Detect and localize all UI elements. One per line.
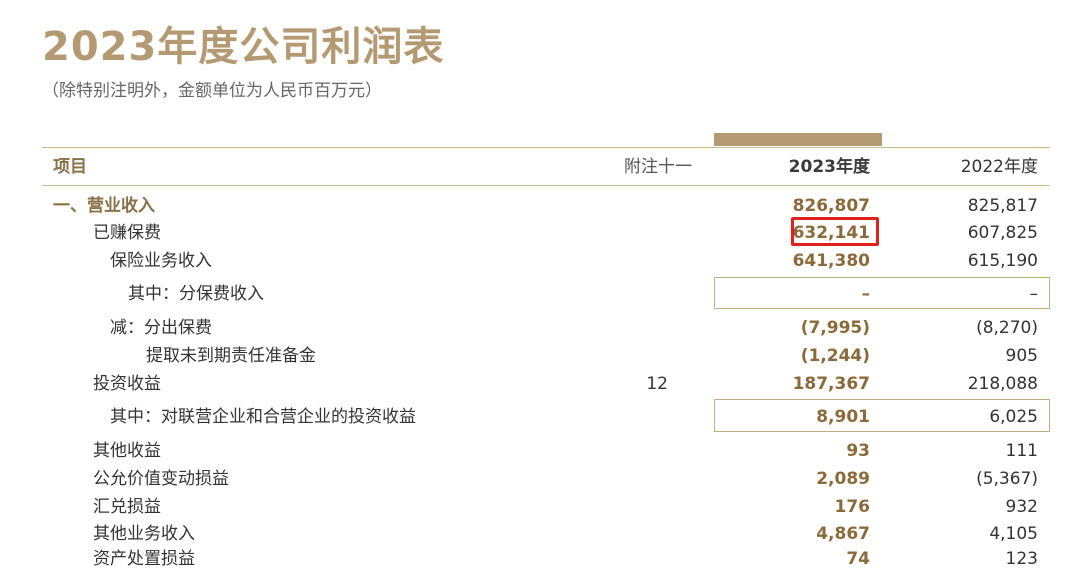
row-current-value: 826,807	[792, 196, 870, 216]
table-row: 减：分出保费 (7,995) (8,270)	[0, 316, 1080, 340]
row-label: 保险业务收入	[110, 251, 212, 271]
row-previous-value: 218,088	[967, 374, 1038, 394]
table-row: 公允价值变动损益 2,089 (5,367)	[0, 467, 1080, 491]
row-label: 汇兑损益	[93, 497, 161, 517]
header-note: 附注十一	[624, 157, 692, 177]
table-row: 其他业务收入 4,867 4,105	[0, 522, 1080, 546]
table-row: 资产处置损益 74 123	[0, 547, 1080, 571]
row-previous-value: 905	[1005, 346, 1038, 366]
row-previous-value: 4,105	[989, 524, 1038, 544]
table-row: 投资收益 12 187,367 218,088	[0, 372, 1080, 396]
row-current-value: 2,089	[816, 469, 870, 489]
table-row: 汇兑损益 176 932	[0, 495, 1080, 519]
row-previous-value: 932	[1005, 497, 1038, 517]
header-item: 项目	[53, 157, 87, 177]
row-previous-value: 825,817	[967, 196, 1038, 216]
row-current-value: 8,901	[816, 407, 870, 427]
row-current-value: 641,380	[792, 251, 870, 271]
table-row: 提取未到期责任准备金 (1,244) 905	[0, 344, 1080, 368]
header-previous-year: 2022年度	[960, 157, 1038, 177]
row-previous-value: 111	[1005, 441, 1038, 461]
row-current-value: 4,867	[816, 524, 870, 544]
document-title: 2023年度公司利润表	[42, 24, 445, 70]
row-current-value: 93	[846, 441, 870, 461]
document-subtitle: （除特别注明外，金额单位为人民币百万元）	[42, 81, 382, 101]
row-current-value: 187,367	[792, 374, 870, 394]
row-current-value: (7,995)	[800, 318, 870, 338]
header-current-year: 2023年度	[788, 157, 870, 177]
row-previous-value: 123	[1005, 549, 1038, 569]
row-previous-value: –	[1029, 284, 1039, 304]
row-label: 其中：对联营企业和合营企业的投资收益	[110, 407, 416, 427]
table-row: 保险业务收入 641,380 615,190	[0, 249, 1080, 273]
row-label: 投资收益	[93, 374, 161, 394]
header-bottom-rule	[42, 185, 1050, 186]
table-row: 一、营业收入 826,807 825,817	[0, 194, 1080, 218]
row-label: 其他收益	[93, 441, 161, 461]
current-year-column-accent	[714, 133, 882, 146]
row-current-value: 74	[846, 549, 870, 569]
row-label: 其中：分保费收入	[128, 284, 264, 304]
table-row: 其他收益 93 111	[0, 439, 1080, 463]
row-label: 资产处置损益	[93, 549, 195, 569]
row-previous-value: (5,367)	[976, 469, 1038, 489]
row-current-value: –	[861, 284, 871, 304]
row-label: 其他业务收入	[93, 524, 195, 544]
row-current-value: (1,244)	[800, 346, 870, 366]
row-label: 提取未到期责任准备金	[146, 346, 316, 366]
table-row: 其中：分保费收入 – –	[0, 282, 1080, 306]
row-current-value: 176	[834, 497, 871, 517]
highlight-box	[791, 217, 879, 246]
row-previous-value: (8,270)	[976, 318, 1038, 338]
row-label: 已赚保费	[93, 223, 161, 243]
row-label: 公允价值变动损益	[93, 469, 229, 489]
row-label: 一、营业收入	[53, 196, 155, 216]
table-row: 已赚保费 632,141 607,825	[0, 221, 1080, 245]
row-note: 12	[646, 374, 668, 394]
row-label: 减：分出保费	[110, 318, 212, 338]
row-previous-value: 615,190	[967, 251, 1038, 271]
row-previous-value: 6,025	[989, 407, 1038, 427]
row-previous-value: 607,825	[967, 223, 1038, 243]
table-row: 其中：对联营企业和合营企业的投资收益 8,901 6,025	[0, 405, 1080, 429]
header-top-rule	[42, 147, 1050, 148]
